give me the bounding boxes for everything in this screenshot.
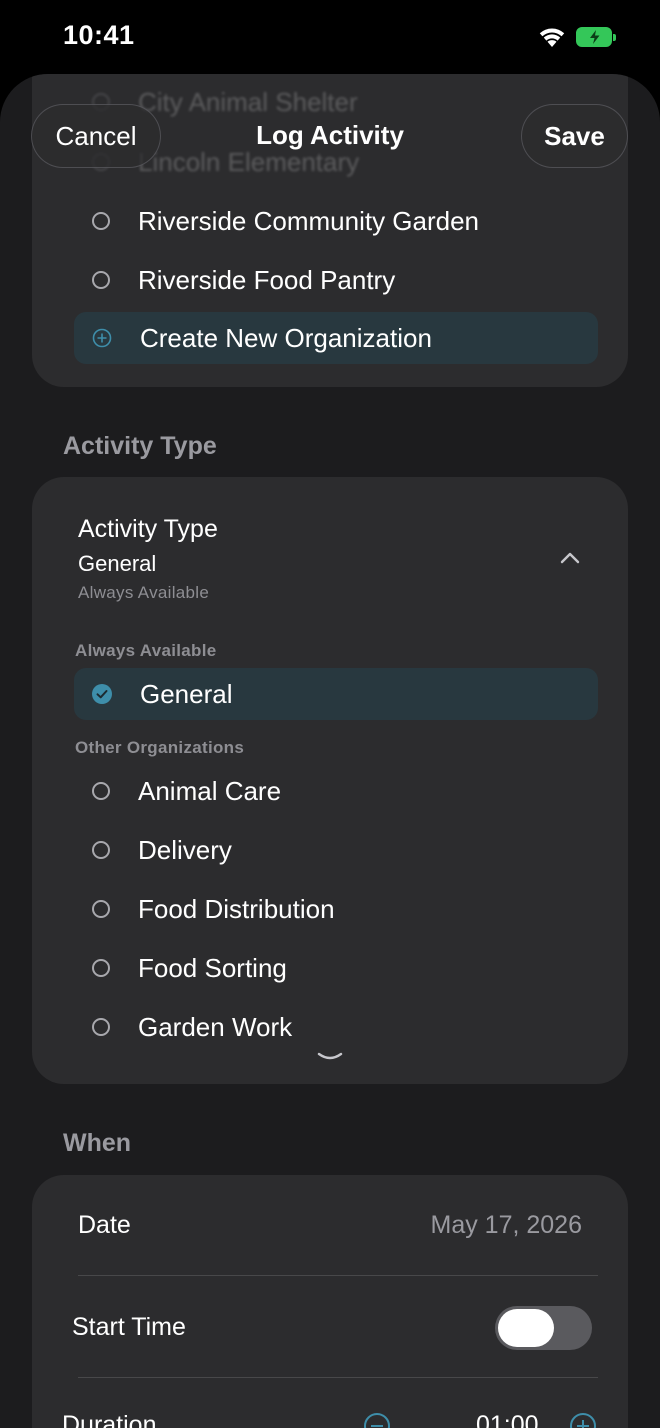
save-button[interactable]: Save — [521, 104, 628, 168]
organization-option-label: Riverside Food Pantry — [138, 264, 396, 295]
duration-label: Duration — [62, 1411, 157, 1428]
chevron-up-icon[interactable] — [560, 551, 580, 565]
when-card: Date May 17, 2026 Start Time Duration 01… — [32, 1175, 628, 1428]
activity-option[interactable]: Food Distribution — [74, 883, 598, 935]
activity-option-label: General — [140, 678, 233, 709]
chevron-down-icon[interactable] — [317, 1051, 343, 1063]
radio-icon — [92, 900, 110, 918]
radio-icon — [92, 212, 110, 230]
sheet-header: Cancel Log Activity Save — [0, 74, 660, 184]
radio-icon — [92, 841, 110, 859]
organization-option[interactable]: Riverside Community Garden — [74, 195, 598, 247]
date-label: Date — [78, 1211, 131, 1239]
start-time-label: Start Time — [72, 1313, 186, 1341]
log-activity-sheet: Cancel Log Activity Save City Animal She… — [0, 74, 660, 1428]
checkmark-circle-icon — [92, 684, 112, 704]
radio-icon — [92, 1018, 110, 1036]
activity-option[interactable]: Delivery — [74, 824, 598, 876]
activity-type-selected-value: General — [78, 551, 157, 576]
activity-option-selected[interactable]: General — [74, 668, 598, 720]
divider — [78, 1377, 598, 1378]
radio-icon — [92, 271, 110, 289]
duration-value[interactable]: 01:00 — [476, 1411, 539, 1428]
activity-option-label: Food Sorting — [138, 952, 287, 983]
activity-option[interactable]: Animal Care — [74, 765, 598, 817]
radio-icon — [92, 782, 110, 800]
activity-option-label: Garden Work — [138, 1011, 293, 1042]
activity-type-picker-header[interactable]: Activity Type General Always Available — [32, 477, 628, 617]
create-organization-label: Create New Organization — [140, 322, 432, 353]
activity-type-section-label: Activity Type — [63, 432, 217, 460]
start-time-toggle[interactable] — [495, 1306, 592, 1350]
activity-type-title: Activity Type — [78, 515, 218, 543]
activity-option-label: Food Distribution — [138, 893, 335, 924]
organization-option[interactable]: Riverside Food Pantry — [74, 254, 598, 306]
date-row[interactable]: Date May 17, 2026 — [32, 1175, 628, 1275]
date-value[interactable]: May 17, 2026 — [431, 1211, 583, 1240]
organization-option-label: Riverside Community Garden — [138, 205, 480, 236]
activity-type-selected-group: Always Available — [78, 583, 210, 602]
plus-circle-icon[interactable] — [569, 1412, 597, 1428]
group-label-always-available: Always Available — [75, 641, 217, 660]
plus-circle-icon — [92, 328, 112, 348]
wifi-icon — [539, 28, 565, 47]
status-bar: 10:41 — [0, 0, 660, 74]
divider — [78, 1275, 598, 1276]
create-organization-button[interactable]: Create New Organization — [74, 312, 598, 364]
when-section-label: When — [63, 1129, 132, 1157]
activity-option-label: Delivery — [138, 834, 232, 865]
activity-option-label: Animal Care — [138, 775, 282, 806]
status-time: 10:41 — [63, 20, 135, 50]
activity-option[interactable]: Garden Work — [74, 1001, 598, 1053]
battery-icon — [576, 27, 616, 47]
group-label-other-organizations: Other Organizations — [75, 738, 245, 757]
minus-circle-icon[interactable] — [363, 1412, 391, 1428]
toggle-knob — [498, 1309, 554, 1347]
radio-icon — [92, 959, 110, 977]
activity-type-card: Activity Type General Always Available A… — [32, 477, 628, 1084]
activity-option[interactable]: Food Sorting — [74, 942, 598, 994]
